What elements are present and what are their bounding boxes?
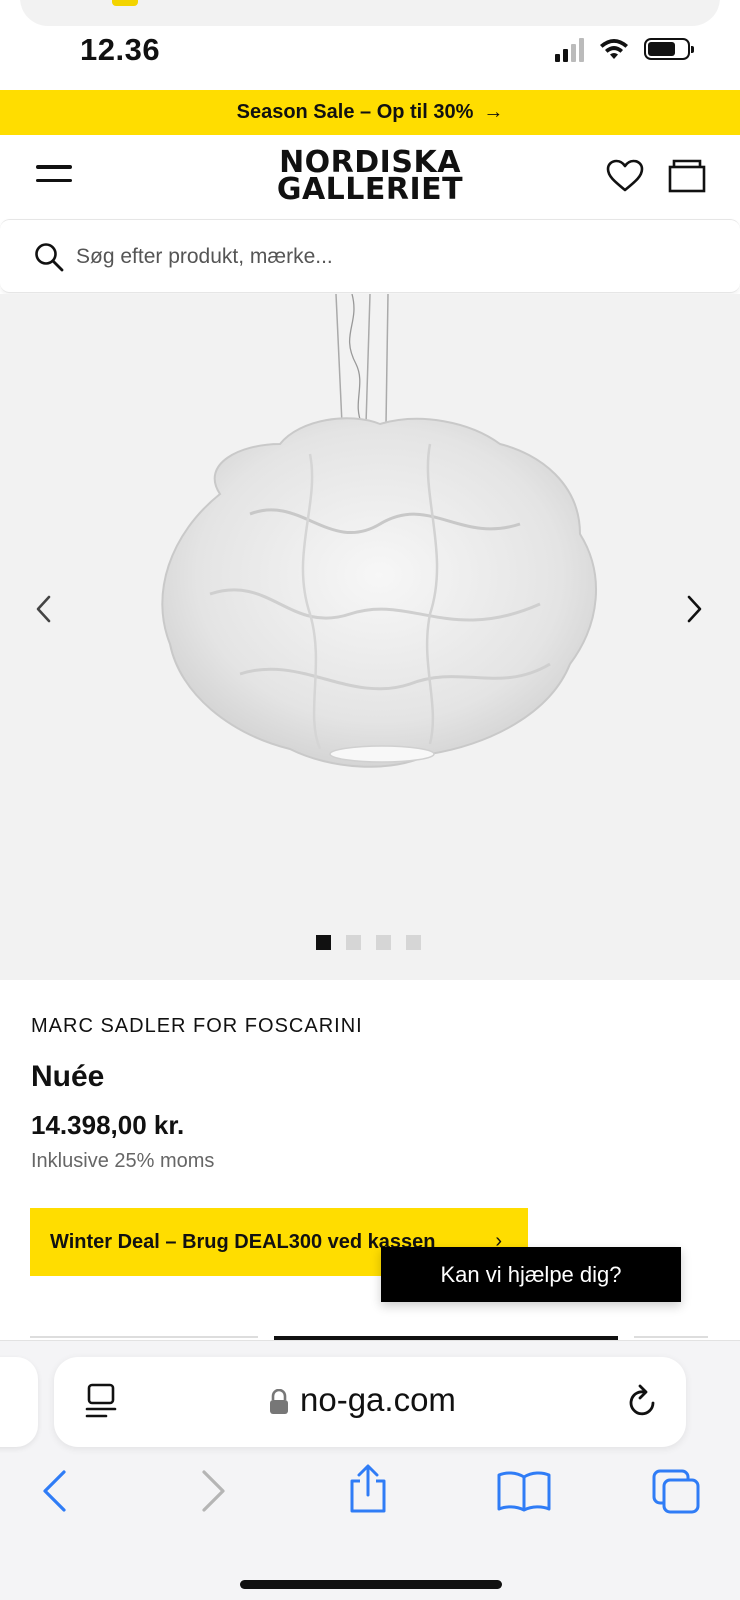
- site-header: NORDISKA GALLERIET: [0, 135, 740, 219]
- promo-bar[interactable]: Season Sale – Op til 30% →: [0, 90, 740, 135]
- cellular-signal-icon: [555, 36, 584, 62]
- search-bar: [0, 219, 740, 293]
- pagination-dot[interactable]: [346, 935, 361, 950]
- heart-icon[interactable]: [606, 159, 644, 193]
- url-text: no-ga.com: [300, 1381, 456, 1418]
- promo-text: Season Sale – Op til 30%: [236, 101, 474, 123]
- gallery-pagination: [316, 935, 421, 950]
- browser-toolbar: [0, 1464, 740, 1529]
- pagination-dot[interactable]: [406, 935, 421, 950]
- chevron-right-icon[interactable]: [684, 594, 704, 624]
- product-image-lamp: [161, 294, 597, 768]
- product-brand[interactable]: MARC SADLER FOR FOSCARINI: [31, 1015, 363, 1038]
- chat-help-button[interactable]: Kan vi hjælpe dig?: [381, 1247, 681, 1302]
- back-icon[interactable]: [40, 1469, 70, 1513]
- pagination-dot[interactable]: [376, 935, 391, 950]
- notification-pill: [20, 0, 720, 26]
- chevron-left-icon[interactable]: [34, 594, 54, 624]
- tabs-icon[interactable]: [652, 1469, 702, 1515]
- content-divider: [30, 1336, 258, 1338]
- home-indicator: [240, 1580, 502, 1589]
- reader-icon[interactable]: [84, 1383, 118, 1421]
- previous-tab-peek[interactable]: [0, 1357, 38, 1447]
- address-bar[interactable]: no-ga.com: [54, 1357, 686, 1447]
- lock-icon: [270, 1389, 288, 1414]
- search-icon: [35, 243, 64, 272]
- product-name: Nuée: [31, 1060, 105, 1093]
- reload-icon[interactable]: [626, 1383, 660, 1421]
- wifi-icon: [600, 39, 628, 59]
- content-divider: [634, 1336, 708, 1338]
- status-time: 12.36: [80, 32, 161, 67]
- bookmarks-icon[interactable]: [496, 1469, 552, 1513]
- product-price: 14.398,00 kr.: [31, 1110, 185, 1140]
- menu-icon[interactable]: [36, 165, 72, 187]
- battery-icon: [644, 38, 694, 60]
- browser-chrome: no-ga.com: [0, 1340, 740, 1600]
- vat-note: Inklusive 25% moms: [31, 1150, 215, 1172]
- forward-icon[interactable]: [198, 1469, 228, 1513]
- shopping-bag-icon[interactable]: [668, 159, 706, 193]
- deal-text: Winter Deal – Brug DEAL300 ved kassen: [50, 1230, 436, 1253]
- product-image-gallery[interactable]: [0, 294, 740, 980]
- arrow-right-icon: →: [483, 101, 504, 123]
- pagination-dot[interactable]: [316, 935, 331, 950]
- share-icon[interactable]: [346, 1463, 390, 1515]
- site-logo[interactable]: NORDISKA GALLERIET: [255, 148, 485, 207]
- search-input[interactable]: [76, 238, 676, 276]
- logo-line-2: GALLERIET: [276, 172, 464, 207]
- chat-help-label: Kan vi hjælpe dig?: [440, 1261, 622, 1287]
- status-bar: 12.36: [0, 26, 740, 86]
- status-icons: [555, 36, 694, 62]
